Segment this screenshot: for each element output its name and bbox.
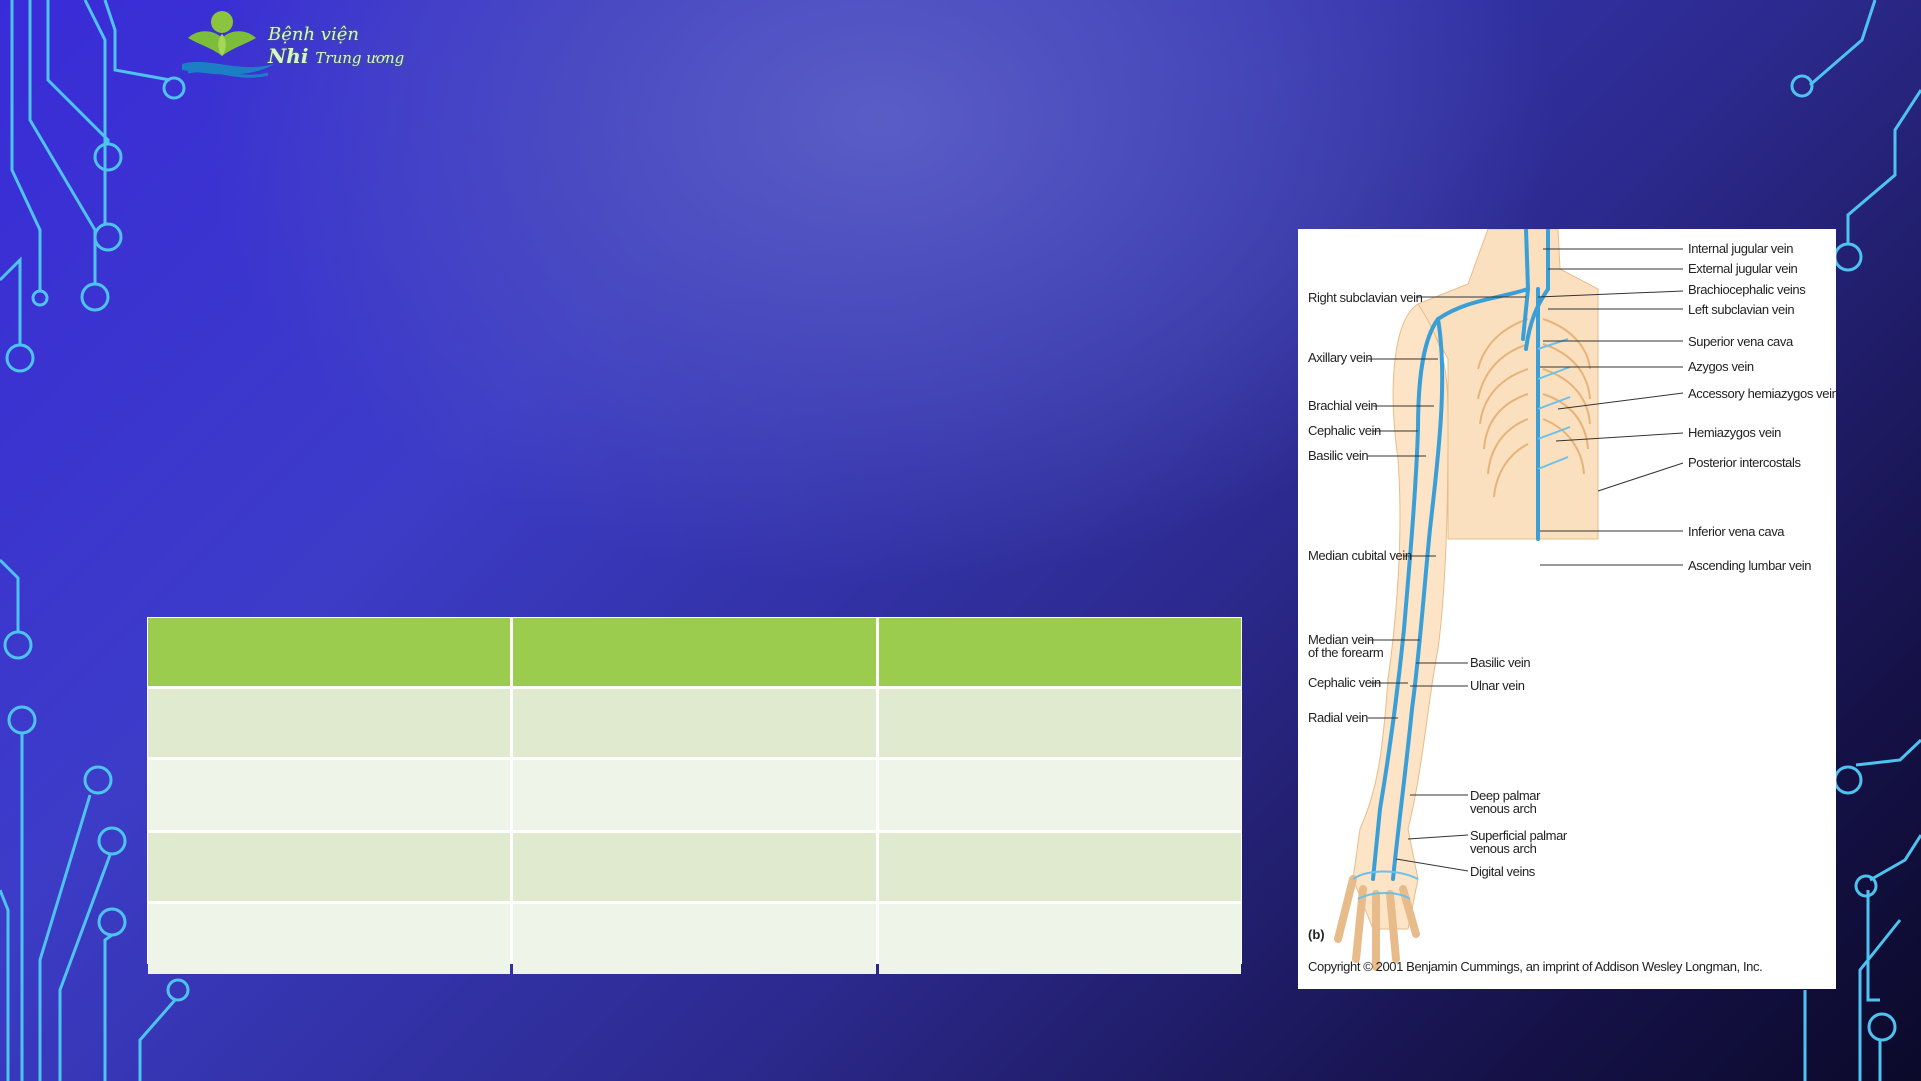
table-cell: [513, 833, 876, 901]
table-cell: [878, 689, 1241, 757]
label-hemiazygos-vein: Hemiazygos vein: [1688, 425, 1781, 440]
table-cell: [148, 760, 511, 830]
figure-panel-label: (b): [1308, 927, 1325, 942]
label-superior-vena-cava: Superior vena cava: [1688, 334, 1793, 349]
label-internal-jugular-vein: Internal jugular vein: [1688, 241, 1794, 256]
label-ascending-lumbar-vein: Ascending lumbar vein: [1688, 558, 1812, 573]
table-header-cell: [878, 618, 1241, 686]
label-posterior-intercostals: Posterior intercostals: [1688, 455, 1801, 470]
label-brachial-vein: Brachial vein: [1308, 398, 1378, 413]
lotus-logo-icon: [182, 11, 274, 78]
label-cephalic-vein-lower: Cephalic vein: [1308, 675, 1381, 690]
label-azygos-vein: Azygos vein: [1688, 359, 1754, 374]
table-cell: [148, 689, 511, 757]
label-deep-palmar-arch: venous arch: [1470, 801, 1537, 816]
hospital-logo: Bệnh viện Nhi Trung ương: [178, 8, 404, 88]
table-cell: [148, 833, 511, 901]
logo-line-2: Nhi Trung ương: [268, 44, 404, 68]
label-external-jugular-vein: External jugular vein: [1688, 261, 1798, 276]
label-right-subclavian-vein: Right subclavian vein: [1308, 290, 1423, 305]
label-axillary-vein: Axillary vein: [1308, 350, 1373, 365]
label-left-subclavian-vein: Left subclavian vein: [1688, 302, 1795, 317]
table-cell: [513, 904, 876, 974]
logo-line-1: Bệnh viện: [268, 24, 359, 45]
data-table: [147, 617, 1242, 974]
logo-trung-uong: Trung ương: [315, 49, 405, 67]
label-basilic-vein-lower: Basilic vein: [1470, 655, 1531, 670]
logo-nhi: Nhi: [268, 44, 309, 68]
label-digital-veins: Digital veins: [1470, 864, 1535, 879]
table-header-cell: [513, 618, 876, 686]
label-brachiocephalic-veins: Brachiocephalic veins: [1688, 282, 1806, 297]
label-inferior-vena-cava: Inferior vena cava: [1688, 524, 1785, 539]
label-basilic-vein-upper: Basilic vein: [1308, 448, 1369, 463]
table-cell: [878, 760, 1241, 830]
table-cell: [878, 904, 1241, 974]
label-cephalic-vein-upper: Cephalic vein: [1308, 423, 1381, 438]
table-header-cell: [148, 618, 511, 686]
label-radial-vein: Radial vein: [1308, 710, 1368, 725]
label-ulnar-vein: Ulnar vein: [1470, 678, 1525, 693]
arm-veins-figure: Internal jugular vein External jugular v…: [1298, 229, 1836, 989]
label-accessory-hemiazygos-vein: Accessory hemiazygos vein: [1688, 386, 1836, 401]
label-superficial-palmar-arch: venous arch: [1470, 841, 1537, 856]
figure-copyright: Copyright © 2001 Benjamin Cummings, an i…: [1308, 959, 1763, 974]
table-cell: [513, 760, 876, 830]
table-cell: [878, 833, 1241, 901]
label-median-cubital-vein: Median cubital vein: [1308, 548, 1412, 563]
table-cell: [513, 689, 876, 757]
label-of-the-forearm: of the forearm: [1308, 645, 1384, 660]
table-cell: [148, 904, 511, 974]
